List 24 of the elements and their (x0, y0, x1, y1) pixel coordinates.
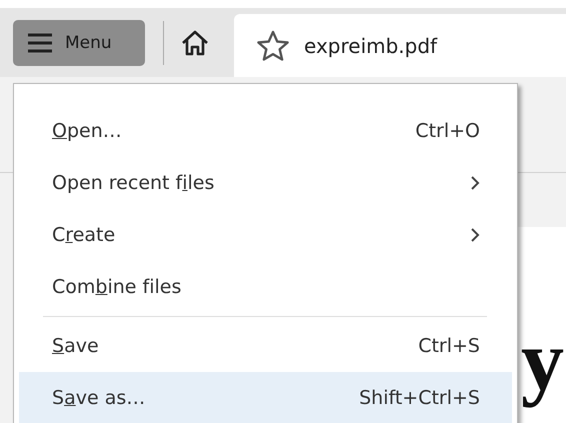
star-icon[interactable] (256, 30, 290, 62)
menu-item[interactable]: Save as… Shift+Ctrl+S (19, 372, 512, 423)
shortcut-label: Ctrl+O (415, 120, 480, 142)
menu-item-label: Open recent files (52, 172, 216, 194)
home-icon (180, 28, 210, 56)
menu-item-label: Save (52, 335, 100, 357)
chevron-right-icon (470, 227, 480, 243)
shortcut-label: Ctrl+S (418, 335, 480, 357)
menu-icon (27, 32, 53, 52)
menu-item-label: Combine files (52, 276, 182, 298)
shortcut-label: Shift+Ctrl+S (359, 387, 480, 409)
menu-item[interactable]: Open recent files (19, 157, 512, 209)
menu-item[interactable]: Save Ctrl+S (19, 320, 512, 372)
chevron-right-icon (470, 175, 480, 191)
menu-item-label: Save as… (52, 387, 146, 409)
menu-item-label: Create (52, 224, 116, 246)
tab-title: expreimb.pdf (304, 34, 438, 58)
menu-item[interactable]: Create (19, 209, 512, 261)
menu-button[interactable]: Menu (13, 20, 145, 66)
document-tab[interactable]: expreimb.pdf (234, 14, 566, 77)
menu-item[interactable]: Combine files (19, 261, 512, 313)
menu-item[interactable]: Open… Ctrl+O (19, 105, 512, 157)
document-text: y (521, 311, 564, 410)
menu-item-label: Open… (52, 120, 123, 142)
